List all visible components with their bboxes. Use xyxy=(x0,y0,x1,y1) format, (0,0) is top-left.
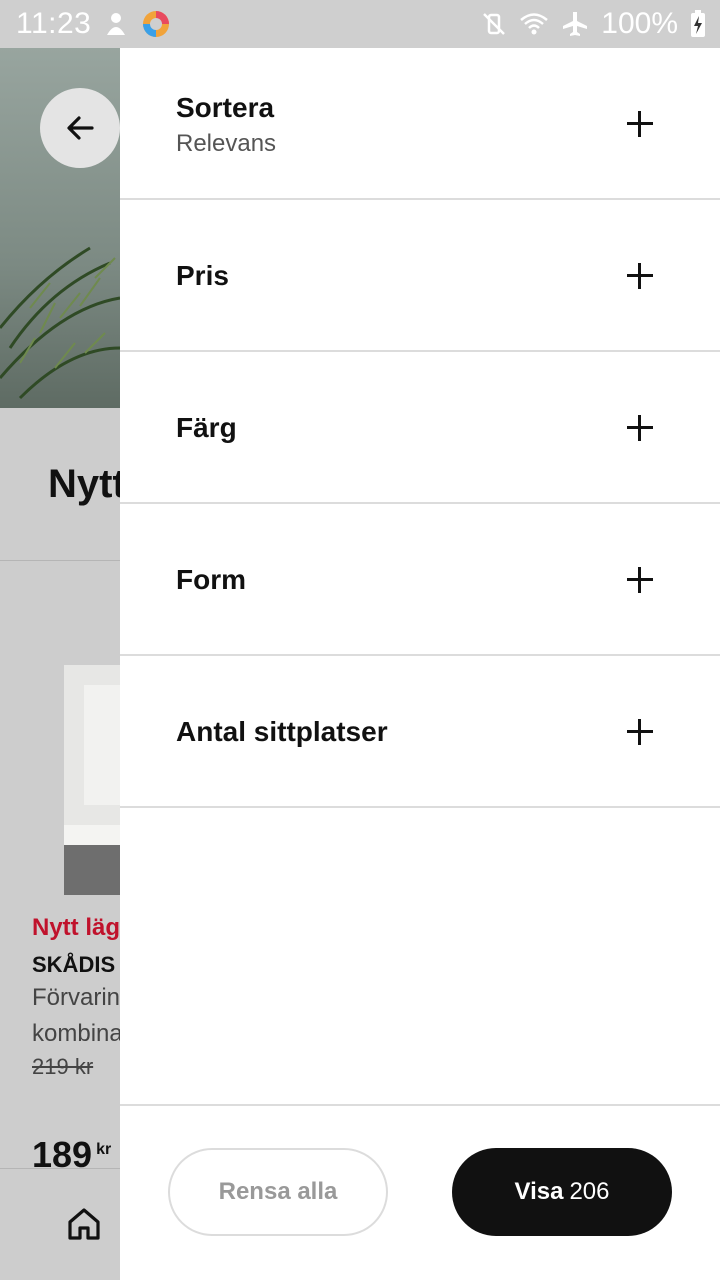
home-icon[interactable] xyxy=(64,1204,104,1244)
filter-color-label: Färg xyxy=(176,412,237,443)
filter-price-label: Pris xyxy=(176,260,229,291)
filter-color[interactable]: Färg xyxy=(120,352,720,504)
vibrate-mute-icon xyxy=(481,11,507,37)
wifi-icon xyxy=(519,11,549,37)
filter-seats[interactable]: Antal sittplatser xyxy=(120,656,720,808)
footer-divider xyxy=(120,1104,720,1106)
filter-sort-value: Relevans xyxy=(176,130,277,157)
battery-percent: 100% xyxy=(601,7,678,40)
show-results-button[interactable]: Visa 206 xyxy=(452,1148,672,1236)
app-notification-icon xyxy=(141,9,171,39)
arrow-left-icon xyxy=(67,116,94,140)
plus-icon[interactable] xyxy=(627,567,653,593)
notification-person-icon xyxy=(103,11,129,37)
filter-seats-label: Antal sittplatser xyxy=(176,716,388,747)
filter-shape-label: Form xyxy=(176,564,246,595)
battery-charging-icon xyxy=(690,10,706,38)
airplane-mode-icon xyxy=(561,10,589,38)
plus-icon[interactable] xyxy=(627,719,653,745)
filter-shape[interactable]: Form xyxy=(120,504,720,656)
filter-drawer: Sortera Relevans Pris Färg Form Antal si… xyxy=(120,48,720,1280)
product-price: 189 kr xyxy=(32,1134,111,1176)
product-name[interactable]: SKÅDIS xyxy=(32,952,115,978)
filter-sort[interactable]: Sortera Relevans xyxy=(120,48,720,200)
back-button[interactable] xyxy=(40,88,120,168)
plus-icon[interactable] xyxy=(627,415,653,441)
clear-all-button[interactable]: Rensa alla xyxy=(168,1148,388,1236)
plus-icon[interactable] xyxy=(627,111,653,137)
page-title: Nytt xyxy=(48,462,126,506)
product-description: Förvaring xyxy=(32,984,134,1011)
filter-price[interactable]: Pris xyxy=(120,200,720,352)
status-time: 11:23 xyxy=(16,7,92,40)
show-results-label: Visa xyxy=(514,1178,564,1205)
price-currency: kr xyxy=(96,1141,112,1158)
show-results-count: 206 xyxy=(569,1178,610,1205)
filter-sort-label: Sortera xyxy=(176,92,275,123)
old-price: 219 kr xyxy=(32,1054,94,1079)
status-bar: 11:23 100% xyxy=(0,0,720,48)
plus-icon[interactable] xyxy=(627,263,653,289)
